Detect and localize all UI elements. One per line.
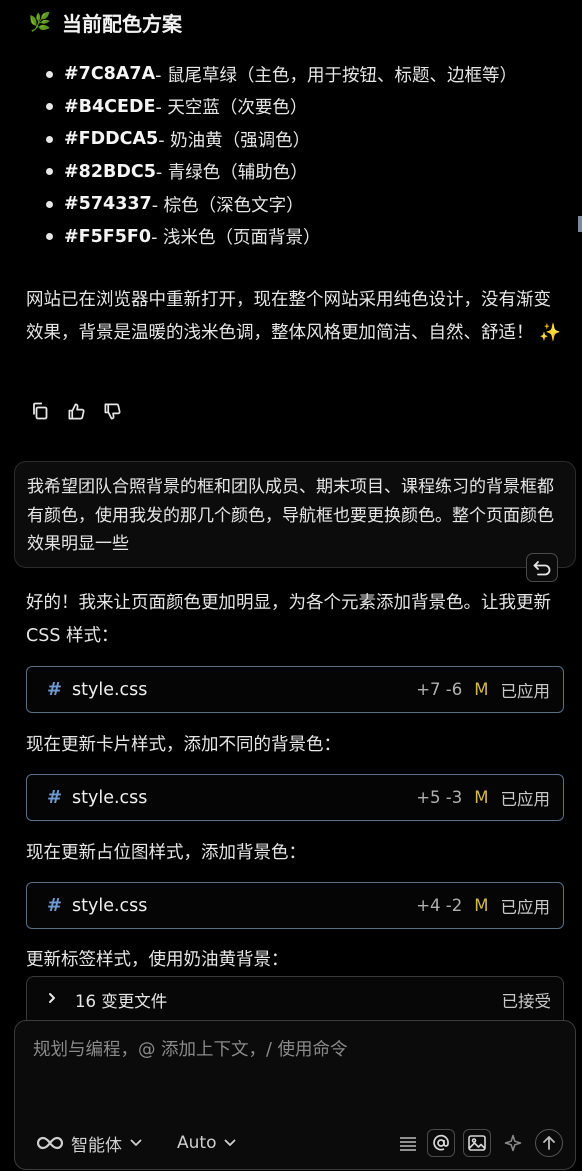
file-name: style.css bbox=[72, 787, 148, 808]
undo-icon bbox=[533, 560, 551, 575]
mention-button[interactable] bbox=[427, 1129, 455, 1157]
diff-stats: +7 -6 bbox=[416, 680, 463, 699]
sparkle-icon[interactable] bbox=[499, 1129, 527, 1157]
applied-status: 已应用 bbox=[500, 897, 551, 917]
step-text: 更新标签样式，使用奶油黄背景： bbox=[26, 950, 289, 970]
leaf-icon: 🌿 bbox=[28, 12, 52, 33]
accepted-status: 已接受 bbox=[501, 991, 552, 1011]
model-dropdown[interactable]: Auto bbox=[177, 1127, 236, 1159]
changed-files-count: 16 变更文件 bbox=[75, 991, 168, 1011]
css-file-icon: # bbox=[47, 787, 63, 808]
summary-text: 网站已在浏览器中重新打开，现在整个网站采用纯色设计，没有渐变效果，背景是温暖的浅… bbox=[26, 290, 561, 343]
send-button[interactable] bbox=[535, 1129, 563, 1157]
at-sign-icon bbox=[433, 1134, 449, 1151]
list-item: #82BDC5 - 青绿色（辅助色） bbox=[46, 156, 517, 189]
chat-panel: 🌿 当前配色方案 #7C8A7A - 鼠尾草绿（主色，用于按钮、标题、边框等） … bbox=[0, 0, 582, 1171]
changed-files-bar[interactable]: 16 变更文件 已接受 bbox=[26, 976, 564, 1022]
color-scheme-heading: 🌿 当前配色方案 bbox=[28, 8, 182, 37]
composer-toolbar: 智能体 Auto bbox=[15, 1127, 575, 1159]
copy-icon[interactable] bbox=[30, 401, 50, 421]
user-message[interactable]: 我希望团队合照背景的框和团队成员、期末项目、课程练习的背景框都有颜色，使用我发的… bbox=[14, 461, 576, 568]
heading-title: 当前配色方案 bbox=[62, 12, 182, 36]
list-item: #B4CEDE - 天空蓝（次要色） bbox=[46, 91, 517, 124]
user-message-text: 我希望团队合照背景的框和团队成员、期末项目、课程练习的背景框都有颜色，使用我发的… bbox=[27, 477, 554, 554]
list-icon[interactable] bbox=[394, 1129, 422, 1157]
step-text: 现在更新卡片样式，添加不同的背景色： bbox=[26, 735, 341, 755]
applied-status: 已应用 bbox=[500, 789, 551, 809]
list-item: #7C8A7A - 鼠尾草绿（主色，用于按钮、标题、边框等） bbox=[46, 58, 517, 91]
list-item: #F5F5F0 - 浅米色（页面背景） bbox=[46, 221, 517, 254]
list-item: #574337 - 棕色（深色文字） bbox=[46, 188, 517, 221]
file-edit-card[interactable]: # style.css +5 -3 M 已应用 bbox=[26, 774, 564, 821]
applied-status: 已应用 bbox=[500, 681, 551, 701]
modified-badge: M bbox=[474, 788, 489, 807]
modified-badge: M bbox=[474, 896, 489, 915]
image-icon bbox=[468, 1135, 486, 1151]
file-edit-card[interactable]: # style.css +7 -6 M 已应用 bbox=[26, 666, 564, 713]
assistant-reply: 好的！我来让页面颜色更加明显，为各个元素添加背景色。让我更新 CSS 样式： bbox=[26, 593, 551, 646]
chat-composer[interactable]: 规划与编程，@ 添加上下文，/ 使用命令 智能体 Auto bbox=[14, 1020, 576, 1170]
infinity-icon bbox=[37, 1136, 63, 1150]
color-list: #7C8A7A - 鼠尾草绿（主色，用于按钮、标题、边框等） #B4CEDE -… bbox=[46, 58, 517, 253]
css-file-icon: # bbox=[47, 895, 63, 916]
model-label: Auto bbox=[177, 1133, 217, 1153]
composer-input[interactable]: 规划与编程，@ 添加上下文，/ 使用命令 bbox=[33, 1036, 348, 1061]
css-file-icon: # bbox=[47, 679, 63, 700]
diff-stats: +5 -3 bbox=[416, 788, 463, 807]
image-button[interactable] bbox=[463, 1129, 491, 1157]
message-actions bbox=[30, 401, 122, 421]
undo-button[interactable] bbox=[526, 553, 558, 582]
list-item: #FDDCA5 - 奶油黄（强调色） bbox=[46, 123, 517, 156]
modified-badge: M bbox=[474, 680, 489, 699]
thumbs-down-icon[interactable] bbox=[102, 401, 122, 421]
step-text: 现在更新占位图样式，添加背景色： bbox=[26, 843, 306, 863]
chevron-down-icon bbox=[130, 1139, 142, 1146]
thumbs-up-icon[interactable] bbox=[66, 401, 86, 421]
scrollbar-marker[interactable] bbox=[578, 216, 582, 232]
agent-mode-label: 智能体 bbox=[71, 1135, 122, 1156]
diff-stats: +4 -2 bbox=[416, 896, 463, 915]
file-edit-card[interactable]: # style.css +4 -2 M 已应用 bbox=[26, 882, 564, 929]
chevron-down-icon bbox=[225, 1139, 236, 1146]
file-name: style.css bbox=[72, 895, 148, 916]
agent-mode-dropdown[interactable]: 智能体 bbox=[37, 1127, 142, 1159]
arrow-up-icon bbox=[543, 1136, 555, 1150]
chevron-right-icon[interactable] bbox=[47, 992, 61, 1008]
file-name: style.css bbox=[72, 679, 148, 700]
